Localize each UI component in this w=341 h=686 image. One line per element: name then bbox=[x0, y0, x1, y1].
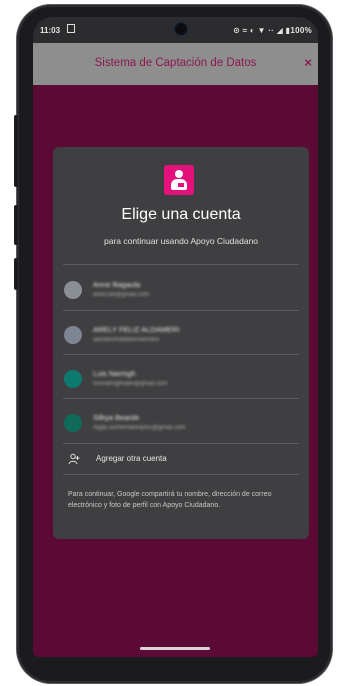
account-email: mppu.asmemarespinc@gmail.com bbox=[93, 425, 186, 431]
volume-down-button bbox=[14, 258, 18, 290]
power-button bbox=[14, 115, 18, 187]
gesture-navigation-bar[interactable] bbox=[140, 647, 210, 650]
account-item[interactable]: Silkya Bearde mppu.asmemarespinc@gmail.c… bbox=[53, 401, 309, 445]
screen: 11:03 ⊙ ≈ ◐ ▼ ·· ◢ ▮100% Sistema de Capt… bbox=[33, 17, 318, 657]
avatar bbox=[64, 414, 82, 432]
account-name: Luis Narmgh bbox=[93, 369, 136, 378]
add-account-label: Agregar otra cuenta bbox=[96, 454, 167, 463]
divider bbox=[63, 398, 299, 399]
volume-up-button bbox=[14, 205, 18, 245]
account-chooser-dialog: Elige una cuenta para continuar usando A… bbox=[53, 147, 309, 539]
app-title: Sistema de Captación de Datos bbox=[94, 57, 257, 69]
privacy-notice: Para continuar, Google compartirá tu nom… bbox=[68, 491, 272, 509]
status-icons: ⊙ ≈ ◐ ▼ ·· ◢ ▮100% bbox=[233, 26, 312, 35]
account-email: luisnarmghoam@gmail.com bbox=[93, 381, 168, 387]
account-name: ARELY FELIZ ALDAMERI bbox=[93, 325, 180, 334]
add-person-icon bbox=[68, 453, 80, 465]
dialog-title: Elige una cuenta bbox=[121, 206, 241, 223]
divider bbox=[63, 264, 299, 265]
front-camera bbox=[175, 23, 187, 35]
app-logo-icon bbox=[164, 165, 194, 195]
sim-icon bbox=[67, 24, 75, 33]
account-name: Anne Bagaula bbox=[93, 280, 141, 289]
account-email: aandecimafelesnoeirolos bbox=[93, 337, 160, 343]
divider bbox=[63, 354, 299, 355]
account-item[interactable]: Luis Narmgh luisnarmghoam@gmail.com bbox=[53, 357, 309, 401]
account-item[interactable]: Anne Bagaula aneccah@gmail.com bbox=[53, 268, 309, 312]
divider bbox=[63, 443, 299, 444]
divider bbox=[63, 474, 299, 475]
app-bar: Sistema de Captación de Datos × bbox=[33, 43, 318, 85]
close-button[interactable]: × bbox=[304, 55, 312, 70]
account-email: aneccah@gmail.com bbox=[93, 292, 150, 298]
status-time: 11:03 bbox=[40, 26, 61, 35]
avatar bbox=[64, 370, 82, 388]
dialog-subtitle: para continuar usando Apoyo Ciudadano bbox=[103, 236, 259, 246]
status-bar: 11:03 ⊙ ≈ ◐ ▼ ·· ◢ ▮100% bbox=[33, 17, 318, 43]
add-account-button[interactable]: Agregar otra cuenta bbox=[53, 446, 309, 472]
divider bbox=[63, 310, 299, 311]
account-name: Silkya Bearde bbox=[93, 413, 140, 422]
avatar bbox=[64, 281, 82, 299]
account-item[interactable]: ARELY FELIZ ALDAMERI aandecimafelesnoeir… bbox=[53, 313, 309, 357]
avatar bbox=[64, 326, 82, 344]
